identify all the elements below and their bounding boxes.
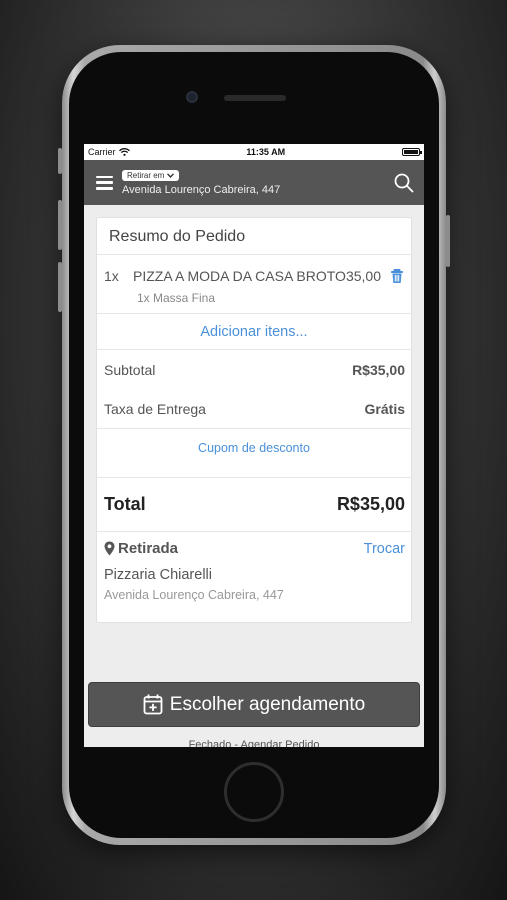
status-bar: Carrier 11:35 AM — [84, 144, 424, 160]
main-content: Resumo do Pedido 1x PIZZA A MODA DA CASA… — [84, 205, 424, 623]
pickup-label: Retirada — [118, 540, 179, 557]
schedule-button-label: Escolher agendamento — [169, 693, 366, 715]
chevron-down-icon — [167, 172, 175, 178]
item-option: 1x Massa Fina — [137, 291, 216, 305]
closed-note: Fechado - Agendar Pedido — [188, 739, 320, 747]
store-name: Pizzaria Chiarelli — [104, 567, 212, 583]
battery-icon — [401, 148, 422, 156]
total-label: Total — [104, 494, 146, 514]
pickup-heading: Retirada — [104, 540, 178, 557]
subtotal-label: Subtotal — [104, 361, 156, 378]
order-summary-title: Resumo do Pedido — [97, 218, 411, 255]
pickup-mode-label: Retirar em — [127, 170, 165, 180]
total-value: R$35,00 — [336, 494, 405, 514]
carrier-label: Carrier — [88, 147, 116, 157]
delivery-fee-row: Taxa de Entrega Grátis — [97, 389, 411, 428]
subtotal-value: R$35,00 — [352, 361, 405, 378]
store-address: Avenida Lourenço Cabreira, 447 — [104, 588, 284, 602]
wifi-icon — [118, 148, 130, 156]
change-pickup-link[interactable]: Trocar — [364, 541, 405, 557]
mute-switch — [58, 148, 62, 174]
volume-down-button — [58, 262, 62, 312]
cart-item: 1x PIZZA A MODA DA CASA BROTO 35,00 1x M… — [97, 255, 411, 314]
menu-icon[interactable] — [96, 175, 113, 190]
earpiece-speaker — [224, 95, 286, 101]
home-button[interactable] — [224, 762, 284, 822]
power-button — [446, 215, 450, 267]
order-summary-card: Resumo do Pedido 1x PIZZA A MODA DA CASA… — [96, 217, 412, 623]
item-name[interactable]: PIZZA A MODA DA CASA BROTO — [133, 263, 346, 289]
schedule-button[interactable]: Escolher agendamento — [88, 682, 420, 727]
clock: 11:35 AM — [246, 147, 286, 157]
volume-up-button — [58, 200, 62, 250]
header-address: Avenida Lourenço Cabreira, 447 — [122, 183, 281, 196]
top-navbar: Retirar em Avenida Lourenço Cabreira, 44… — [84, 160, 424, 205]
trash-icon[interactable] — [389, 268, 405, 284]
delivery-fee-value: Grátis — [364, 400, 405, 417]
coupon-link[interactable]: Cupom de desconto — [97, 428, 411, 478]
subtotal-row: Subtotal R$35,00 — [97, 350, 411, 389]
app-screen: Carrier 11:35 AM Retirar em Avenida Lour… — [84, 144, 424, 747]
map-pin-icon — [104, 541, 115, 556]
pickup-mode-dropdown[interactable]: Retirar em — [122, 169, 180, 181]
search-icon[interactable] — [392, 171, 416, 195]
total-row: Total R$35,00 — [97, 478, 411, 532]
calendar-plus-icon — [143, 694, 163, 715]
item-price: 35,00 — [345, 268, 381, 284]
front-camera — [186, 91, 198, 103]
delivery-fee-label: Taxa de Entrega — [104, 400, 206, 417]
location-selector[interactable]: Retirar em Avenida Lourenço Cabreira, 44… — [122, 169, 392, 196]
pickup-section: Retirada Trocar Pizzaria Chiarelli Aveni… — [97, 532, 411, 622]
add-items-link[interactable]: Adicionar itens... — [97, 314, 411, 350]
item-quantity: 1x — [104, 268, 119, 284]
